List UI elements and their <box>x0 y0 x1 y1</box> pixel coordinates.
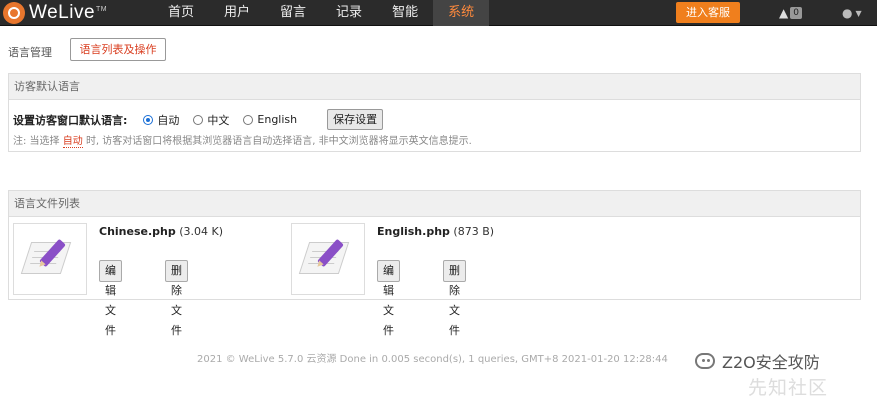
language-file-panel: 语言文件列表 Chinese.php (3.04 K) 编辑文件 删除文件 En… <box>8 190 861 337</box>
logo-text: WeLiveTM <box>29 2 108 23</box>
chevron-down-icon: ▼ <box>855 8 862 18</box>
nav-home[interactable]: 首页 <box>153 0 209 26</box>
alert-count-badge: 0 <box>790 7 802 19</box>
wechat-icon <box>695 353 715 369</box>
main-nav: 首页 用户 留言 记录 智能 系统 <box>153 0 490 26</box>
logo-icon <box>3 2 25 24</box>
radio-chinese[interactable]: 中文 <box>193 112 229 128</box>
edit-file-button[interactable]: 编辑文件 <box>99 260 122 337</box>
alerts-button[interactable]: ▲ 0 <box>779 4 802 22</box>
radio-english[interactable]: English <box>243 113 297 126</box>
help-note: 注: 当选择 自动 时, 访客对话窗口将根据其浏览器语言自动选择语言, 非中文浏… <box>13 136 472 148</box>
panel-title: 语言文件列表 <box>9 191 860 217</box>
file-thumbnail <box>291 223 365 295</box>
note-highlight: 自动 <box>62 136 83 148</box>
save-settings-button[interactable]: 保存设置 <box>327 109 384 130</box>
nav-system[interactable]: 系统 <box>433 0 490 26</box>
file-thumbnail <box>13 223 87 295</box>
logo[interactable]: WeLiveTM <box>3 1 107 25</box>
top-navbar: WeLiveTM 首页 用户 留言 记录 智能 系统 进入客服 ▲ 0 ● ▼ <box>0 0 877 26</box>
file-name: English.php (873 B) <box>377 225 495 238</box>
edit-file-button[interactable]: 编辑文件 <box>377 260 400 337</box>
watermark: Z2O安全攻防 <box>695 349 820 373</box>
nav-records[interactable]: 记录 <box>321 0 377 26</box>
warning-icon: ▲ <box>779 6 789 20</box>
radio-unselected-icon <box>243 114 254 125</box>
footer-text: 2021 © WeLive 5.7.0 云资源 Done in 0.005 se… <box>197 354 668 365</box>
language-list-tab[interactable]: 语言列表及操作 <box>70 38 166 61</box>
user-icon: ● <box>842 6 853 20</box>
user-menu[interactable]: ● ▼ <box>842 4 862 22</box>
setting-label: 设置访客窗口默认语言: <box>13 113 128 127</box>
breadcrumb: 语言管理 <box>8 46 52 59</box>
delete-file-button[interactable]: 删除文件 <box>443 260 466 337</box>
default-language-panel: 访客默认语言 设置访客窗口默认语言: 自动 中文 English 保存设置 注:… <box>8 73 861 152</box>
radio-selected-icon <box>143 114 154 125</box>
watermark-secondary: 先知社区 <box>748 377 829 399</box>
nav-users[interactable]: 用户 <box>209 0 265 26</box>
radio-unselected-icon <box>193 114 204 125</box>
enter-service-button[interactable]: 进入客服 <box>676 2 740 23</box>
panel-title: 访客默认语言 <box>9 74 860 100</box>
nav-smart[interactable]: 智能 <box>377 0 433 26</box>
nav-messages[interactable]: 留言 <box>265 0 321 26</box>
language-setting-row: 设置访客窗口默认语言: 自动 中文 English 保存设置 <box>13 109 384 130</box>
radio-auto[interactable]: 自动 <box>143 112 179 128</box>
file-name: Chinese.php (3.04 K) <box>99 225 224 238</box>
delete-file-button[interactable]: 删除文件 <box>165 260 188 337</box>
